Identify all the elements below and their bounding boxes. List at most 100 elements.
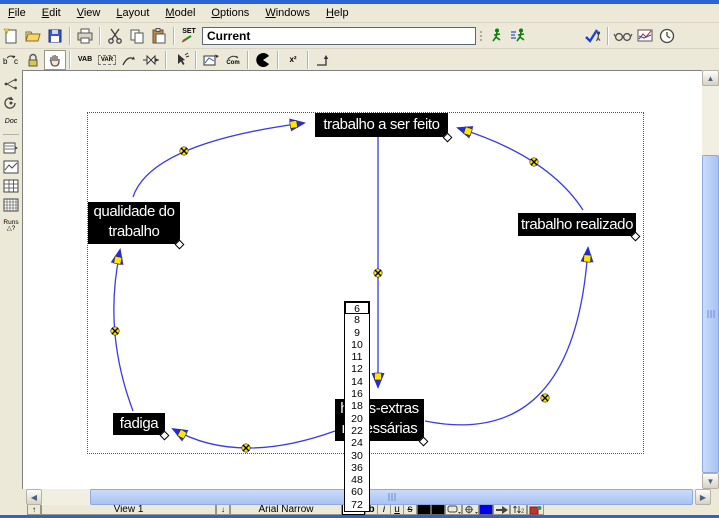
link-arrowhead[interactable] — [289, 116, 307, 131]
variable-trabalho-realizado[interactable]: trabalho realizado — [518, 213, 636, 236]
link-arrowhead[interactable] — [168, 422, 188, 441]
font-size-option[interactable]: 18 — [345, 400, 369, 412]
font-size-option[interactable]: 72 — [345, 499, 369, 511]
hand-tool-icon[interactable] — [44, 50, 66, 70]
polarity-tool-icon[interactable] — [312, 50, 334, 70]
link-handle[interactable] — [374, 269, 382, 277]
print-icon[interactable] — [74, 26, 96, 46]
link-handle[interactable] — [180, 147, 188, 155]
table-time-icon[interactable] — [1, 195, 21, 214]
fill-color-swatch[interactable] — [431, 504, 445, 515]
rate-tool-icon[interactable] — [140, 50, 162, 70]
font-size-option[interactable]: 30 — [345, 450, 369, 462]
vertical-scrollbar[interactable]: ▲ ▼ — [702, 70, 719, 489]
text-color-swatch[interactable] — [417, 504, 431, 515]
link-handle[interactable] — [541, 394, 549, 402]
view-down-button[interactable]: ↓ — [216, 504, 230, 515]
menu-item[interactable]: Edit — [34, 6, 69, 20]
new-document-icon[interactable] — [0, 26, 22, 46]
variable-trabalho-a-ser-feito[interactable]: trabalho a ser feito — [315, 113, 448, 137]
equations-tool-icon[interactable]: x² — [282, 50, 304, 70]
open-folder-icon[interactable] — [22, 26, 44, 46]
font-size-option[interactable]: 22 — [345, 425, 369, 437]
cut-icon[interactable] — [104, 26, 126, 46]
scroll-right-button[interactable]: ▶ — [695, 489, 711, 505]
synthesim-icon[interactable] — [508, 26, 530, 46]
table-icon[interactable] — [1, 176, 21, 195]
variable-qualidade-do-trabalho[interactable]: qualidade do trabalho — [88, 202, 180, 244]
dataset-field[interactable] — [202, 27, 476, 45]
scroll-up-button[interactable]: ▲ — [702, 70, 719, 86]
arrow-width-button[interactable]: 2 — [510, 504, 527, 515]
link-handle[interactable] — [111, 327, 119, 335]
link-handle[interactable] — [242, 444, 250, 452]
link-handle[interactable] — [530, 158, 538, 166]
text-style-button[interactable]: i — [378, 504, 391, 515]
io-object-tool-icon[interactable] — [200, 50, 222, 70]
text-style-button[interactable]: u — [391, 504, 404, 515]
link-arrowhead[interactable] — [581, 246, 595, 263]
comment-tool-icon[interactable]: Com — [222, 50, 244, 70]
menu-item[interactable]: Model — [157, 6, 203, 20]
font-size-option[interactable]: 8 — [345, 314, 369, 326]
font-size-option[interactable]: 24 — [345, 437, 369, 449]
link-arrowhead[interactable] — [111, 247, 127, 265]
font-size-option[interactable]: 12 — [345, 363, 369, 375]
horizontal-scroll-thumb[interactable] — [90, 489, 693, 505]
save-icon[interactable] — [44, 26, 66, 46]
menu-item[interactable]: View — [69, 6, 109, 20]
check-model-icon[interactable] — [582, 26, 604, 46]
view-name-panel[interactable]: View 1 — [41, 504, 216, 515]
font-size-option[interactable]: 11 — [345, 351, 369, 363]
set-dataset-icon[interactable]: SET — [178, 26, 200, 46]
document-icon[interactable]: Doc — [1, 112, 21, 131]
scroll-down-button[interactable]: ▼ — [702, 473, 719, 489]
copy-icon[interactable] — [126, 26, 148, 46]
output-graph-icon[interactable] — [634, 26, 656, 46]
uses-tree-icon[interactable] — [1, 93, 21, 112]
font-size-option[interactable]: 36 — [345, 462, 369, 474]
scroll-left-button[interactable]: ◀ — [26, 489, 42, 505]
lock-icon[interactable] — [22, 50, 44, 70]
simulate-icon[interactable] — [486, 26, 508, 46]
merge-tool-icon[interactable] — [170, 50, 192, 70]
runs-compare-icon[interactable]: Runs △? — [1, 214, 21, 238]
font-size-option[interactable]: 14 — [345, 376, 369, 388]
shadow-variable-tool-icon[interactable]: VAR — [96, 50, 118, 70]
causes-strip-icon[interactable] — [1, 138, 21, 157]
font-size-option[interactable]: 48 — [345, 474, 369, 486]
menu-item[interactable]: Options — [203, 6, 257, 20]
variable-tool-icon[interactable]: VAB — [74, 50, 96, 70]
wand-button[interactable] — [527, 504, 544, 515]
link-realizado-to-feito[interactable] — [458, 128, 583, 210]
arrow-tool-icon[interactable] — [118, 50, 140, 70]
arrowhead-button[interactable] — [493, 504, 510, 515]
font-size-option[interactable]: 16 — [345, 388, 369, 400]
font-size-option[interactable]: 20 — [345, 413, 369, 425]
menu-item[interactable]: Layout — [108, 6, 157, 20]
text-style-button[interactable]: s — [404, 504, 417, 515]
link-horas-to-fadiga[interactable] — [173, 429, 335, 448]
variable-fadiga[interactable]: fadiga — [113, 413, 165, 435]
link-horas-to-realizado[interactable] — [425, 248, 588, 425]
link-arrowhead[interactable] — [454, 121, 473, 138]
font-size-option[interactable]: 6 — [345, 302, 369, 314]
link-arrowhead[interactable] — [372, 373, 385, 389]
link-qualidade-to-feito[interactable] — [133, 123, 304, 197]
font-size-option[interactable]: 60 — [345, 486, 369, 498]
font-size-option[interactable]: 9 — [345, 327, 369, 339]
clock-icon[interactable] — [656, 26, 678, 46]
shape-style-button[interactable] — [445, 504, 462, 515]
glasses-icon[interactable] — [612, 26, 634, 46]
vertical-scroll-thumb[interactable] — [702, 155, 719, 473]
font-size-option[interactable]: 10 — [345, 339, 369, 351]
graph-icon[interactable] — [1, 157, 21, 176]
arrow-position-button[interactable] — [462, 504, 479, 515]
causes-tree-icon[interactable] — [1, 74, 21, 93]
view-up-button[interactable]: ↑ — [27, 504, 41, 515]
menu-item[interactable]: File — [0, 6, 34, 20]
font-name-panel[interactable]: Arial Narrow — [230, 504, 342, 515]
paste-icon[interactable] — [148, 26, 170, 46]
line-color-swatch[interactable] — [479, 504, 493, 515]
delete-tool-icon[interactable] — [252, 50, 274, 70]
